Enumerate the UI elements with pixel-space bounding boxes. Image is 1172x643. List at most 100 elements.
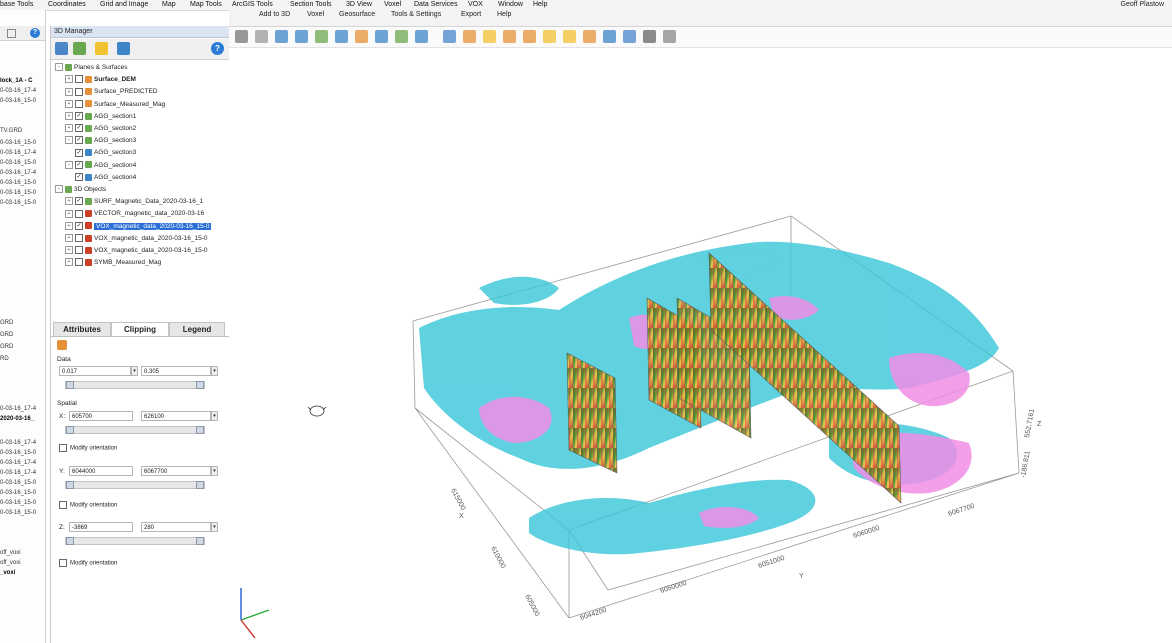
tree-item[interactable]: + SYMB_Measured_Mag xyxy=(65,257,161,268)
grid-icon[interactable] xyxy=(7,29,16,38)
left-panel-row[interactable]: 0-03-16_17-4 xyxy=(0,150,36,157)
help-icon[interactable]: ? xyxy=(30,28,40,38)
tree-item[interactable]: + Surface_Measured_Mag xyxy=(65,99,165,110)
view-tool-icon[interactable] xyxy=(443,30,456,43)
visibility-checkbox[interactable] xyxy=(75,258,83,267)
menu-item[interactable]: Window xyxy=(498,0,523,9)
left-panel-row[interactable]: 0-03-16_15-0 xyxy=(0,480,36,487)
checkbox-box[interactable] xyxy=(59,501,67,509)
menu-item[interactable]: ArcGIS Tools xyxy=(232,0,273,9)
left-panel-row[interactable]: 0-03-16_15-0 xyxy=(0,500,36,507)
add-icon[interactable] xyxy=(95,42,108,55)
left-panel-row[interactable]: 0-03-16_15-0 xyxy=(0,98,36,105)
expand-toggle-icon[interactable]: + xyxy=(65,234,73,243)
left-panel-row[interactable]: 0-03-16_17-4 xyxy=(0,88,36,95)
left-panel-row[interactable]: GRD xyxy=(0,344,13,351)
data-max-spinner[interactable]: ▾ xyxy=(211,366,218,376)
left-panel-row[interactable]: GRD xyxy=(0,332,13,339)
data-max-field[interactable]: 0.305 xyxy=(141,366,211,376)
toolbar-menu-item[interactable]: Voxel xyxy=(307,11,324,19)
left-panel-row[interactable]: TV.GRD xyxy=(0,128,22,135)
tree-item[interactable]: + ✓ AGG_section2 xyxy=(65,123,136,134)
view-tool-icon[interactable] xyxy=(295,30,308,43)
visibility-checkbox[interactable]: ✓ xyxy=(75,197,83,206)
tree-item[interactable]: − ✓ AGG_section3 xyxy=(65,135,136,146)
tree-item[interactable]: − Planes & Surfaces xyxy=(55,62,127,73)
layers-icon[interactable] xyxy=(73,42,86,55)
left-panel-row[interactable]: RD xyxy=(0,356,9,363)
left-panel-row[interactable]: 0-03-16_15-0 xyxy=(0,140,36,147)
x-modify-orientation-checkbox[interactable]: Modify orientation xyxy=(59,444,117,452)
view-tool-icon[interactable] xyxy=(235,30,248,43)
visibility-checkbox[interactable]: ✓ xyxy=(75,148,83,157)
expand-toggle-icon[interactable]: + xyxy=(65,197,73,206)
left-panel-row[interactable]: GRD xyxy=(0,320,13,327)
tree-item[interactable]: + VOX_magnetic_data_2020-03-16_15-0 xyxy=(65,245,207,256)
menu-item[interactable]: Coordinates xyxy=(48,0,86,9)
slider-thumb-max[interactable] xyxy=(196,381,204,389)
menu-item[interactable]: Grid and Image xyxy=(100,0,148,9)
expand-toggle-icon[interactable]: − xyxy=(65,136,73,145)
y-modify-orientation-checkbox[interactable]: Modify orientation xyxy=(59,501,117,509)
visibility-checkbox[interactable] xyxy=(75,246,83,255)
visibility-checkbox[interactable]: ✓ xyxy=(75,124,83,133)
view-tool-icon[interactable] xyxy=(275,30,288,43)
slider-thumb-max[interactable] xyxy=(196,537,204,545)
view-tool-icon[interactable] xyxy=(543,30,556,43)
expand-toggle-icon[interactable]: + xyxy=(65,87,73,96)
toolbar-menu-item[interactable]: Add to 3D xyxy=(259,11,290,19)
left-panel-row[interactable]: 2020-03-16_ xyxy=(0,416,34,423)
tree-item[interactable]: + VECTOR_magnetic_data_2020-03-16 xyxy=(65,208,204,219)
left-panel-row[interactable]: off_voxi xyxy=(0,550,21,557)
checkbox-box[interactable] xyxy=(59,444,67,452)
expand-toggle-icon[interactable]: + xyxy=(65,75,73,84)
left-panel-row[interactable]: lock_1A - C xyxy=(0,78,32,85)
slider-thumb-min[interactable] xyxy=(66,426,74,434)
left-panel-row[interactable]: 0-03-16_17-4 xyxy=(0,470,36,477)
view-tool-icon[interactable] xyxy=(255,30,268,43)
view-tool-icon[interactable] xyxy=(415,30,428,43)
view-tool-icon[interactable] xyxy=(483,30,496,43)
tab-clipping[interactable]: Clipping xyxy=(111,322,169,336)
view-tool-icon[interactable] xyxy=(335,30,348,43)
tree-item[interactable]: + ✓ AGG_section1 xyxy=(65,111,136,122)
toolbar-menu-item[interactable]: Help xyxy=(497,11,511,19)
tab-legend[interactable]: Legend xyxy=(169,322,225,336)
z-max-spinner[interactable]: ▾ xyxy=(211,522,218,532)
checkbox-box[interactable] xyxy=(59,559,67,567)
x-max-field[interactable]: 626100 xyxy=(141,411,211,421)
slider-thumb-max[interactable] xyxy=(196,426,204,434)
visibility-checkbox[interactable]: ✓ xyxy=(75,112,83,121)
tree-item[interactable]: ✓ AGG_section3 xyxy=(75,147,136,158)
view-tool-icon[interactable] xyxy=(503,30,516,43)
tree-item[interactable]: + ✓ SURF_Magnetic_Data_2020-03-16_1 xyxy=(65,196,203,207)
menu-item[interactable]: VOX xyxy=(468,0,483,9)
tree-item[interactable]: ✓ AGG_section4 xyxy=(75,172,136,183)
view-tool-icon[interactable] xyxy=(355,30,368,43)
expand-toggle-icon[interactable]: + xyxy=(65,209,73,218)
3d-viewport[interactable]: 615000 610000 605000 X 6044200 6050000 6… xyxy=(229,48,1172,643)
menu-item[interactable]: Section Tools xyxy=(290,0,332,9)
tree-item[interactable]: − 3D Objects xyxy=(55,184,106,195)
data-min-spinner[interactable]: ▾ xyxy=(131,366,138,376)
data-min-field[interactable]: 0.017 xyxy=(59,366,131,376)
z-min-field[interactable]: -3869 xyxy=(69,522,133,532)
left-panel-row[interactable]: 0-03-16_17-4 xyxy=(0,406,36,413)
visibility-checkbox[interactable]: ✓ xyxy=(75,160,83,169)
visibility-checkbox[interactable]: ✓ xyxy=(75,221,83,230)
expand-toggle-icon[interactable]: + xyxy=(65,258,73,267)
user-name[interactable]: Geoff Plastow xyxy=(1121,0,1164,9)
left-panel-row[interactable]: 0-03-16_15-0 xyxy=(0,160,36,167)
left-panel-row[interactable]: 0-03-16_15-0 xyxy=(0,510,36,517)
left-panel-row[interactable]: _voxi xyxy=(0,570,15,577)
tree-item[interactable]: + ✓ VOX_magnetic_data_2020-03-16_15-0 xyxy=(65,221,212,232)
visibility-checkbox[interactable]: ✓ xyxy=(75,136,83,145)
open-icon[interactable] xyxy=(55,42,68,55)
menu-item[interactable]: Help xyxy=(533,0,547,9)
help-icon[interactable]: ? xyxy=(211,42,224,55)
left-panel-row[interactable]: off_voxi xyxy=(0,560,21,567)
view-tool-icon[interactable] xyxy=(623,30,636,43)
tree-item[interactable]: + Surface_PREDICTED xyxy=(65,86,158,97)
left-panel-row[interactable]: 0-03-16_15-0 xyxy=(0,200,36,207)
menu-item[interactable]: Voxel xyxy=(384,0,401,9)
